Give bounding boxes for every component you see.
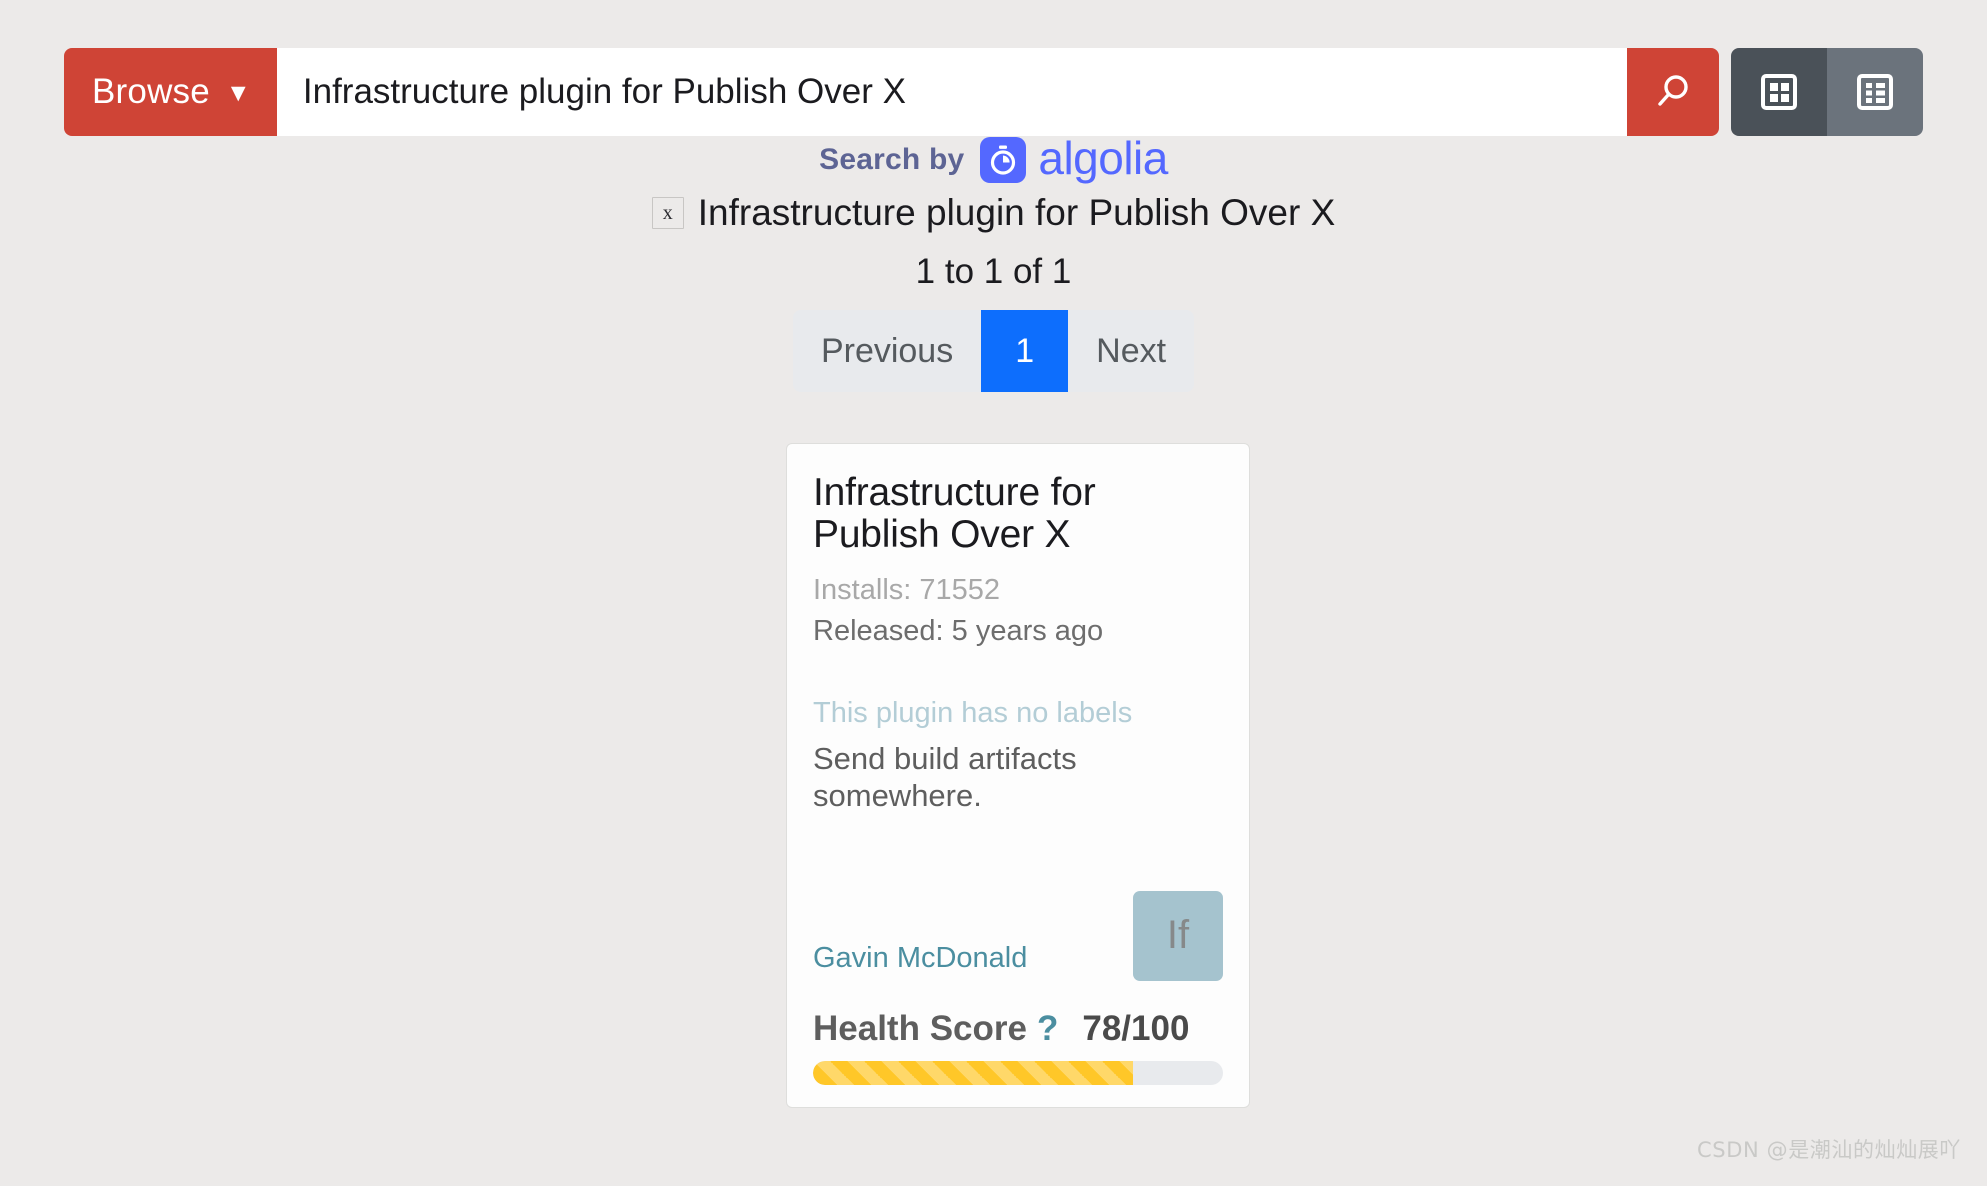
algolia-stopwatch-icon — [980, 137, 1027, 183]
search-icon — [1651, 70, 1695, 114]
plugin-description: Send build artifacts somewhere. — [813, 741, 1077, 814]
health-score-label: Health Score — [813, 1008, 1027, 1048]
pagination: Previous 1 Next — [792, 310, 1195, 392]
grid-view-button[interactable] — [1731, 48, 1827, 136]
plugin-labels: This plugin has no labels — [813, 696, 1133, 729]
grid-view-icon — [1759, 72, 1799, 112]
pagination-wrapper: Previous 1 Next — [0, 310, 1987, 392]
health-score-bar — [813, 1060, 1223, 1085]
search-submit-button[interactable] — [1627, 48, 1719, 136]
plugin-released: Released: 5 years ago — [813, 615, 1104, 648]
view-mode-toggle-group — [1731, 48, 1923, 136]
chevron-down-icon: ▼ — [225, 78, 251, 107]
search-input[interactable] — [276, 48, 1627, 136]
health-score-row: Health Score ? 78/100 — [813, 1009, 1223, 1049]
watermark: CSDN @是潮汕的灿灿展吖 — [1697, 1138, 1961, 1162]
pagination-previous[interactable]: Previous — [792, 310, 982, 392]
algolia-attribution[interactable]: Search by algolia — [0, 132, 1987, 184]
health-score-bar-fill — [813, 1060, 1133, 1085]
algolia-logo: algolia — [980, 132, 1168, 184]
browse-dropdown-button[interactable]: Browse ▼ — [64, 48, 277, 136]
algolia-wordmark: algolia — [1038, 132, 1168, 184]
plugin-author-link[interactable]: Gavin McDonald — [813, 942, 1027, 981]
result-count: 1 to 1 of 1 — [915, 252, 1072, 291]
search-toolbar: Browse ▼ — [64, 48, 1923, 136]
plugin-author-row: Gavin McDonald If — [813, 871, 1223, 981]
active-query-row: x Infrastructure plugin for Publish Over… — [0, 192, 1987, 234]
search-group: Browse ▼ — [64, 48, 1719, 136]
pagination-next[interactable]: Next — [1068, 310, 1195, 392]
plugin-title[interactable]: Infrastructure for Publish Over X — [813, 471, 1223, 556]
table-view-button[interactable] — [1827, 48, 1923, 136]
pagination-page-1[interactable]: 1 — [981, 310, 1069, 392]
plugin-installs: Installs: 71552 — [813, 574, 1001, 607]
clear-query-button[interactable]: x — [651, 197, 684, 229]
avatar: If — [1133, 890, 1223, 981]
plugin-card[interactable]: Infrastructure for Publish Over X Instal… — [786, 443, 1250, 1108]
health-score-value: 78/100 — [1082, 1008, 1190, 1048]
search-by-label: Search by — [819, 143, 965, 176]
table-view-icon — [1855, 72, 1895, 112]
browse-button-label: Browse — [92, 72, 210, 111]
active-query-text: Infrastructure plugin for Publish Over X — [697, 192, 1336, 233]
health-score-help-icon[interactable]: ? — [1037, 1009, 1058, 1049]
